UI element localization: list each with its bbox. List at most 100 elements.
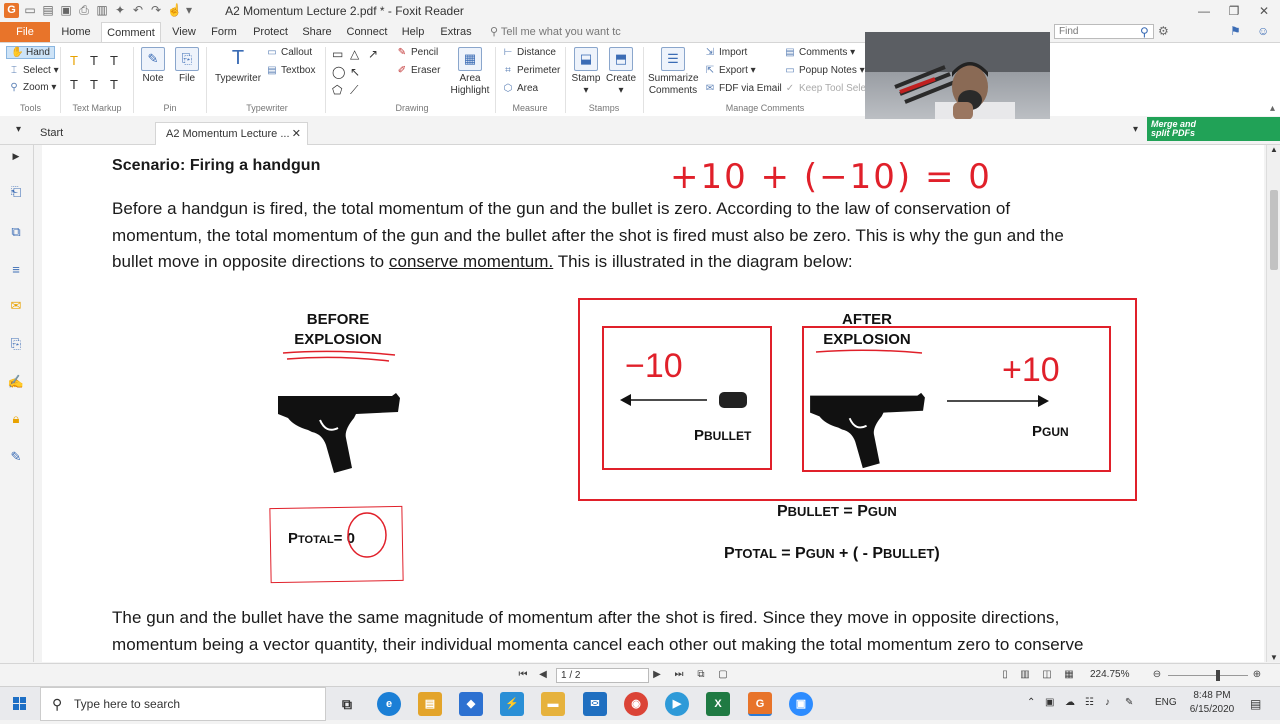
dropbox-icon[interactable]: ◆ — [459, 692, 483, 716]
zoom-slider[interactable] — [1168, 675, 1248, 676]
facing-view-icon[interactable]: ◫ — [1040, 668, 1054, 682]
line-icon[interactable]: ↖ — [350, 65, 360, 79]
tab-start[interactable]: Start — [30, 122, 155, 145]
action-center-icon[interactable]: ▤ — [1250, 697, 1261, 711]
popup-notes-dropdown[interactable]: ▭ Popup Notes ▾ — [784, 65, 864, 76]
file-attach-button[interactable]: ⎘ File — [172, 47, 202, 85]
task-view-icon[interactable]: ⧉ — [335, 692, 359, 716]
hand-tool-icon[interactable]: ☝ — [167, 3, 182, 17]
zoom-out-icon[interactable]: ⊖ — [1150, 668, 1164, 682]
volume-icon[interactable]: ♪ — [1105, 697, 1110, 708]
tab-overflow-icon[interactable]: ▾ — [1133, 124, 1138, 135]
minimize-button[interactable]: — — [1190, 2, 1218, 20]
foxit-reader-taskbar-icon[interactable]: G — [748, 692, 772, 716]
conserve-momentum-link[interactable]: conserve momentum. — [389, 252, 553, 271]
redo-icon[interactable]: ↷ — [149, 3, 163, 17]
player-icon[interactable]: ▶ — [665, 692, 689, 716]
tab-document[interactable]: A2 Momentum Lecture ... ✕ — [155, 122, 308, 145]
area-highlight-button[interactable]: ▦ Area Highlight — [448, 47, 492, 97]
squiggly-icon[interactable]: T — [70, 77, 78, 92]
stamp-button[interactable]: ⬓ Stamp ▾ — [570, 47, 602, 97]
clock[interactable]: 8:48 PM 6/15/2020 — [1183, 689, 1241, 717]
fdf-email-button[interactable]: ✉ FDF via Email — [704, 83, 782, 94]
tab-share[interactable]: Share — [297, 22, 337, 42]
zoom-app-icon[interactable]: ▣ — [789, 692, 813, 716]
tab-view[interactable]: View — [165, 22, 203, 42]
tab-comment[interactable]: Comment — [101, 22, 161, 42]
edge-browser-icon[interactable]: e — [377, 692, 401, 716]
zoom-in-icon[interactable]: ⊕ — [1250, 668, 1264, 682]
replace-text-icon[interactable]: T — [90, 77, 98, 92]
tools-icon[interactable]: ✎ — [7, 448, 25, 466]
tab-home[interactable]: Home — [55, 22, 97, 42]
rectangle-icon[interactable]: ▭ — [332, 47, 343, 61]
insert-text-icon[interactable]: T — [110, 77, 118, 92]
tab-protect[interactable]: Protect — [248, 22, 293, 42]
pencil-button[interactable]: ✎ Pencil — [396, 47, 438, 58]
undo-icon[interactable]: ↶ — [131, 3, 145, 17]
comments-panel-icon[interactable]: ✉ — [7, 297, 25, 315]
pages-icon[interactable]: ⧉ — [7, 223, 25, 241]
continuous-view-icon[interactable]: ▥ — [1018, 668, 1032, 682]
tray-app-icon[interactable]: ▣ — [1045, 697, 1054, 708]
arrow-icon[interactable]: ↗ — [368, 47, 378, 61]
bookmark-icon[interactable]: ⎗ — [7, 183, 25, 201]
merge-split-banner[interactable]: Merge and split PDFs — [1147, 117, 1280, 141]
fit-page-icon[interactable]: ▢ — [716, 668, 730, 682]
create-stamp-button[interactable]: ⬒ Create ▾ — [604, 47, 638, 97]
chrome-icon[interactable]: ◉ — [624, 692, 648, 716]
page-number-input[interactable]: 1 / 2 — [556, 668, 649, 683]
ribbon-collapse-icon[interactable]: ▴ — [1270, 103, 1275, 114]
scroll-down-icon[interactable]: ▼ — [1270, 653, 1278, 662]
first-page-icon[interactable]: ⏮ — [516, 668, 530, 682]
tray-expand-icon[interactable]: ⌃ — [1027, 697, 1035, 708]
properties-icon[interactable]: ▥ — [95, 3, 109, 17]
signature-icon[interactable]: ✍ — [7, 373, 25, 391]
scroll-up-icon[interactable]: ▲ — [1270, 145, 1278, 154]
store-icon[interactable]: ▤ — [418, 692, 442, 716]
language-indicator[interactable]: ENG — [1155, 697, 1177, 708]
underline-icon[interactable]: T — [110, 53, 118, 68]
eraser-button[interactable]: ✐ Eraser — [396, 65, 441, 76]
excel-icon[interactable]: X — [706, 692, 730, 716]
user-icon[interactable]: ☺ — [1257, 24, 1269, 38]
single-page-view-icon[interactable]: ▯ — [998, 668, 1012, 682]
close-tab-icon[interactable]: ✕ — [292, 123, 301, 145]
network-icon[interactable]: ☷ — [1085, 697, 1094, 708]
cloud-icon[interactable]: ☁ — [1065, 697, 1075, 708]
copy-page-icon[interactable]: ⧉ — [694, 668, 708, 682]
perimeter-button[interactable]: ⌗ Perimeter — [502, 65, 560, 76]
scrollbar-thumb[interactable] — [1270, 190, 1278, 270]
zoom-level[interactable]: 224.75% — [1090, 669, 1129, 680]
tell-me-search[interactable]: ⚲ Tell me what you want tc — [490, 22, 630, 42]
last-page-icon[interactable]: ⏭ — [672, 668, 686, 682]
new-icon[interactable]: ✦ — [113, 3, 127, 17]
zoom-tool-button[interactable]: ⚲ Zoom ▾ — [8, 82, 56, 93]
select-tool-button[interactable]: ⌶ Select ▾ — [8, 65, 59, 76]
keep-tool-selected[interactable]: ✓ Keep Tool Selec — [784, 83, 871, 94]
comments-dropdown[interactable]: ▤ Comments ▾ — [784, 47, 855, 58]
customize-icon[interactable]: ▾ — [182, 3, 196, 17]
expand-panel-icon[interactable]: ▶ — [7, 147, 25, 165]
typewriter-button[interactable]: T Typewriter — [212, 47, 264, 85]
note-button[interactable]: ✎ Note — [138, 47, 168, 85]
tab-extras[interactable]: Extras — [435, 22, 477, 42]
summarize-comments-button[interactable]: ☰ Summarize Comments — [648, 47, 699, 97]
file-explorer-icon[interactable]: ▬ — [541, 692, 565, 716]
zoom-slider-handle[interactable] — [1216, 670, 1220, 681]
distance-button[interactable]: ⊢ Distance — [502, 47, 556, 58]
notification-icon[interactable]: ⚑ — [1230, 24, 1241, 38]
next-page-icon[interactable]: ▶ — [650, 668, 664, 682]
mail-icon[interactable]: ✉ — [583, 692, 607, 716]
pen-icon[interactable]: ✎ — [1125, 697, 1133, 708]
print-icon[interactable]: ⎙ — [77, 3, 91, 17]
tab-menu-icon[interactable]: ▾ — [16, 124, 21, 135]
pentagon-icon[interactable]: ⬠ — [332, 83, 342, 97]
export-button[interactable]: ⇱ Export ▾ — [704, 65, 756, 76]
continuous-facing-icon[interactable]: ▦ — [1062, 668, 1076, 682]
restore-button[interactable]: ❐ — [1220, 2, 1248, 20]
tab-connect[interactable]: Connect — [341, 22, 393, 42]
oval-icon[interactable]: ◯ — [332, 65, 345, 79]
tab-file[interactable]: File — [0, 22, 50, 42]
gear-icon[interactable]: ⚙ — [1158, 24, 1169, 38]
